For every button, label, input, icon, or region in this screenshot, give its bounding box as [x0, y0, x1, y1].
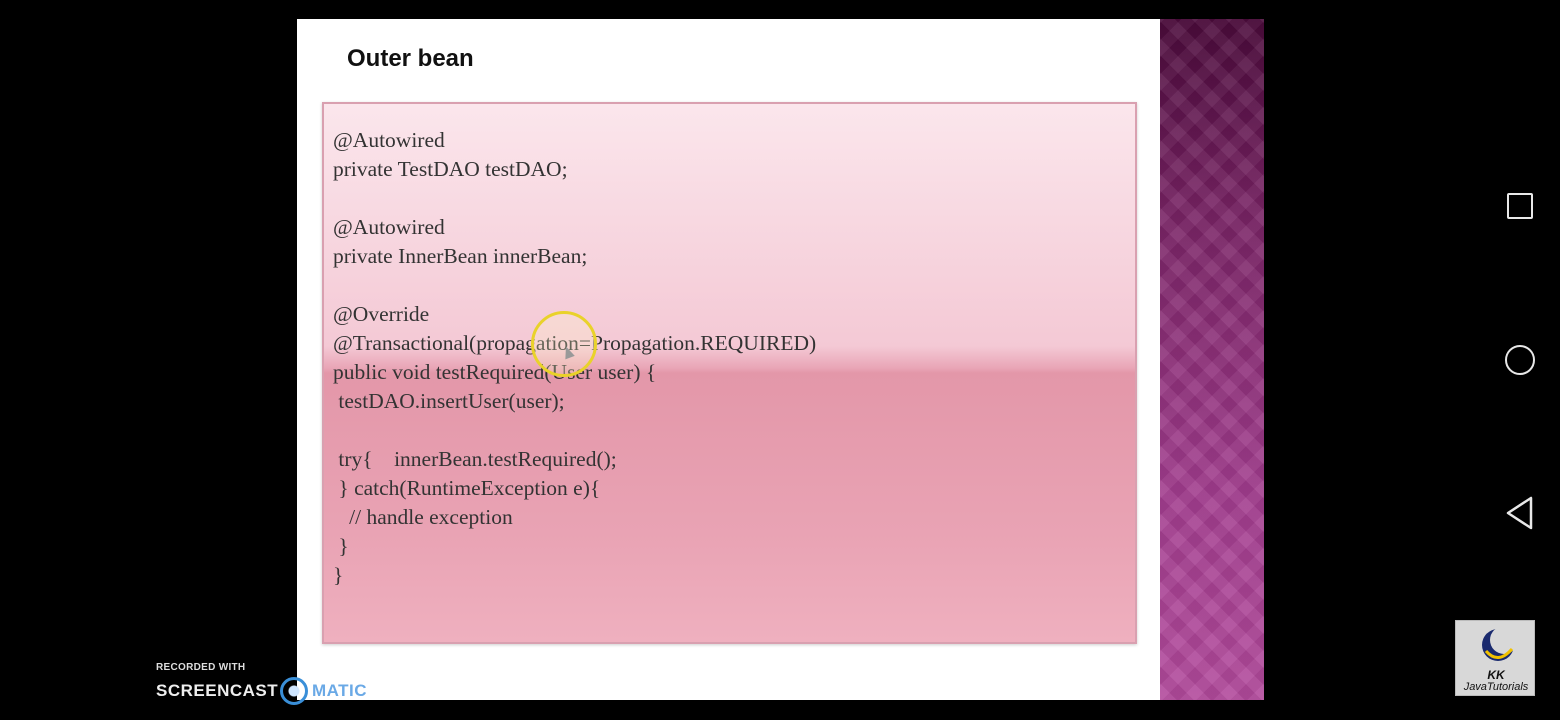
home-button[interactable]: [1500, 340, 1540, 380]
screencast-logo-icon: [280, 677, 308, 705]
logo-line1: KK: [1487, 668, 1505, 682]
recent-apps-icon: [1507, 193, 1533, 219]
code-line: } catch(RuntimeException e){: [333, 476, 601, 500]
recent-apps-button[interactable]: [1500, 186, 1540, 226]
cursor-highlight: [531, 311, 597, 377]
code-line: }: [333, 563, 344, 587]
code-line: @Autowired: [333, 215, 445, 239]
android-navigation-bar: [1480, 0, 1560, 720]
back-icon: [1506, 496, 1533, 530]
code-line: private InnerBean innerBean;: [333, 244, 588, 268]
channel-logo: KK JavaTutorials: [1455, 620, 1535, 696]
logo-line2: JavaTutorials: [1463, 681, 1529, 693]
code-line: @Autowired: [333, 128, 445, 152]
home-icon: [1505, 345, 1535, 375]
screen: Outer bean @Autowired private TestDAO tes…: [0, 0, 1560, 720]
code-line: }: [333, 534, 349, 558]
code-line: // handle exception: [333, 505, 513, 529]
slide-title: Outer bean: [347, 45, 474, 72]
code-line: testDAO.insertUser(user);: [333, 389, 565, 413]
watermark-brand-right: MATIC: [312, 681, 368, 700]
presentation-slide: Outer bean @Autowired private TestDAO tes…: [297, 19, 1160, 700]
watermark-caption: RECORDED WITH: [156, 662, 246, 673]
code-line: try{ innerBean.testRequired();: [333, 447, 617, 471]
code-box: @Autowired private TestDAO testDAO; @Autow…: [322, 102, 1137, 644]
moon-logo-icon: [1482, 626, 1518, 661]
watermark-brand-left: SCREENCAST: [156, 681, 279, 700]
screencast-watermark: RECORDED WITH SCREENCAST MATIC: [156, 660, 376, 710]
slide-side-decoration: [1160, 19, 1264, 700]
code-line: private TestDAO testDAO;: [333, 157, 568, 181]
back-button[interactable]: [1500, 493, 1540, 533]
